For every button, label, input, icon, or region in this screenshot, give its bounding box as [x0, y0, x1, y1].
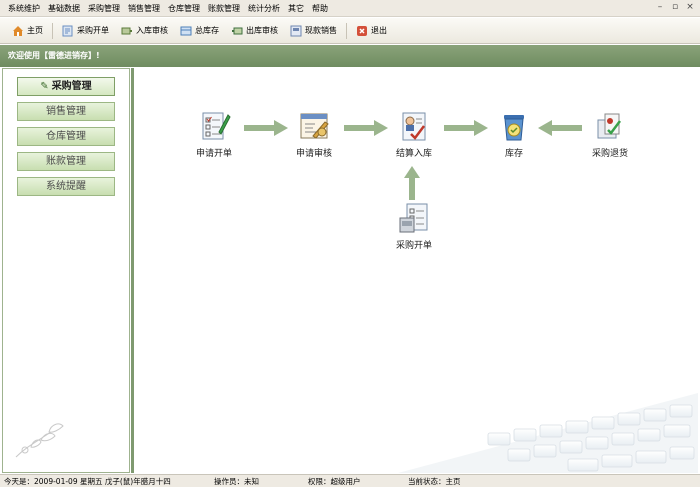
apply-order-icon	[202, 112, 231, 140]
flower-decoration-icon	[15, 423, 64, 458]
flow-node-label: 申请审核	[295, 149, 332, 159]
purchase-return-icon	[597, 113, 621, 139]
purchase-order-button[interactable]: 采购开单	[56, 20, 115, 42]
inventory-label: 总库存	[195, 26, 219, 35]
outbound-audit-label: 出库审核	[246, 26, 278, 35]
exit-button[interactable]: 退出	[350, 20, 393, 42]
toolbar-divider	[52, 22, 53, 39]
close-icon[interactable]: ×	[684, 2, 696, 13]
sidebar-item-accounts[interactable]: 账款管理	[17, 152, 115, 171]
menu-warehouse[interactable]: 仓库管理	[164, 0, 204, 17]
home-button[interactable]: 主页	[6, 20, 49, 42]
flow-node-apply-order[interactable]: 申请开单	[182, 110, 246, 159]
exit-label: 退出	[371, 26, 387, 35]
check-icon: ✎	[40, 81, 49, 92]
menu-bar: 系统维护 基础数据 采购管理 销售管理 仓库管理 账款管理 统计分析 其它 帮助…	[0, 0, 700, 17]
menu-other[interactable]: 其它	[284, 0, 308, 17]
inventory-icon	[180, 26, 192, 35]
minimize-icon[interactable]: –	[654, 2, 666, 13]
inventory-button[interactable]: 总库存	[174, 20, 225, 42]
menu-statistics[interactable]: 统计分析	[244, 0, 284, 17]
apply-audit-icon	[300, 113, 329, 139]
sidebar-item-label: 销售管理	[46, 106, 86, 117]
sidebar-item-purchase[interactable]: ✎ 采购管理	[17, 77, 115, 96]
purchase-open-icon	[399, 203, 428, 233]
sidebar-item-sales[interactable]: 销售管理	[17, 102, 115, 121]
toolbar-divider	[346, 22, 347, 39]
sidebar-item-reminder[interactable]: 系统提醒	[17, 177, 115, 196]
keyboard-decoration-icon	[398, 393, 698, 473]
flow-node-label: 采购开单	[395, 241, 432, 251]
menu-basic-data[interactable]: 基础数据	[44, 0, 84, 17]
home-label: 主页	[27, 26, 43, 35]
flow-node-purchase-open[interactable]: 采购开单	[382, 202, 446, 251]
home-icon	[13, 25, 23, 36]
flow-node-label: 库存	[504, 149, 523, 159]
purchase-order-label: 采购开单	[77, 26, 109, 35]
sidebar-item-label: 账款管理	[46, 156, 86, 167]
flow-node-label: 结算入库	[395, 149, 432, 159]
outbound-audit-button[interactable]: 出库审核	[225, 20, 284, 42]
cash-sales-label: 现款销售	[305, 26, 337, 35]
menu-help[interactable]: 帮助	[308, 0, 332, 17]
cash-sales-button[interactable]: 现款销售	[284, 20, 343, 42]
flow-node-stock[interactable]: 库存	[482, 110, 546, 159]
inbound-audit-button[interactable]: 入库审核	[115, 20, 174, 42]
window-controls: – ▫ ×	[654, 2, 696, 13]
status-date: 今天是：2009-01-09 星期五 戊子(鼠)年腊月十四	[4, 476, 171, 486]
menu-system[interactable]: 系统维护	[4, 0, 44, 17]
stock-icon	[504, 115, 524, 141]
flow-node-apply-audit[interactable]: 申请审核	[282, 110, 346, 159]
cash-sales-icon	[290, 25, 302, 36]
sidebar-item-label: 系统提醒	[46, 181, 86, 192]
sidebar-item-label: 采购管理	[51, 81, 92, 92]
welcome-banner: 欢迎使用【雷德进销存】!	[0, 45, 700, 67]
sidebar-item-warehouse[interactable]: 仓库管理	[17, 127, 115, 146]
status-state: 当前状态：主页	[408, 476, 461, 486]
flow-node-settle-inbound[interactable]: 结算入库	[382, 110, 446, 159]
flow-node-label: 采购退货	[591, 149, 628, 159]
menu-accounts[interactable]: 账款管理	[204, 0, 244, 17]
flow-node-label: 申请开单	[195, 149, 232, 159]
main-panel: 申请开单 申请审核 结算入库 库存 采购退货 采购开单	[134, 68, 698, 473]
status-bar: 今天是：2009-01-09 星期五 戊子(鼠)年腊月十四 操作员：未知 权限：…	[0, 474, 700, 487]
sidebar-item-label: 仓库管理	[46, 131, 86, 142]
outbound-audit-icon	[232, 27, 243, 34]
restore-icon[interactable]: ▫	[669, 2, 681, 13]
inbound-audit-label: 入库审核	[136, 26, 168, 35]
flow-node-purchase-return[interactable]: 采购退货	[578, 110, 642, 159]
purchase-order-icon	[62, 25, 73, 36]
sidebar: ✎ 采购管理 销售管理 仓库管理 账款管理 系统提醒	[2, 68, 130, 473]
status-permission: 权限：超级用户	[308, 476, 361, 486]
arrow-up-icon	[404, 166, 420, 200]
inbound-audit-icon	[121, 27, 132, 34]
exit-icon	[357, 25, 367, 36]
settle-inbound-icon	[402, 112, 426, 141]
menu-purchase[interactable]: 采购管理	[84, 0, 124, 17]
menu-sales[interactable]: 销售管理	[124, 0, 164, 17]
toolbar: 主页 采购开单 入库审核 总库存 出库审核 现款销售 退出	[0, 18, 700, 44]
status-operator: 操作员：未知	[214, 476, 259, 486]
